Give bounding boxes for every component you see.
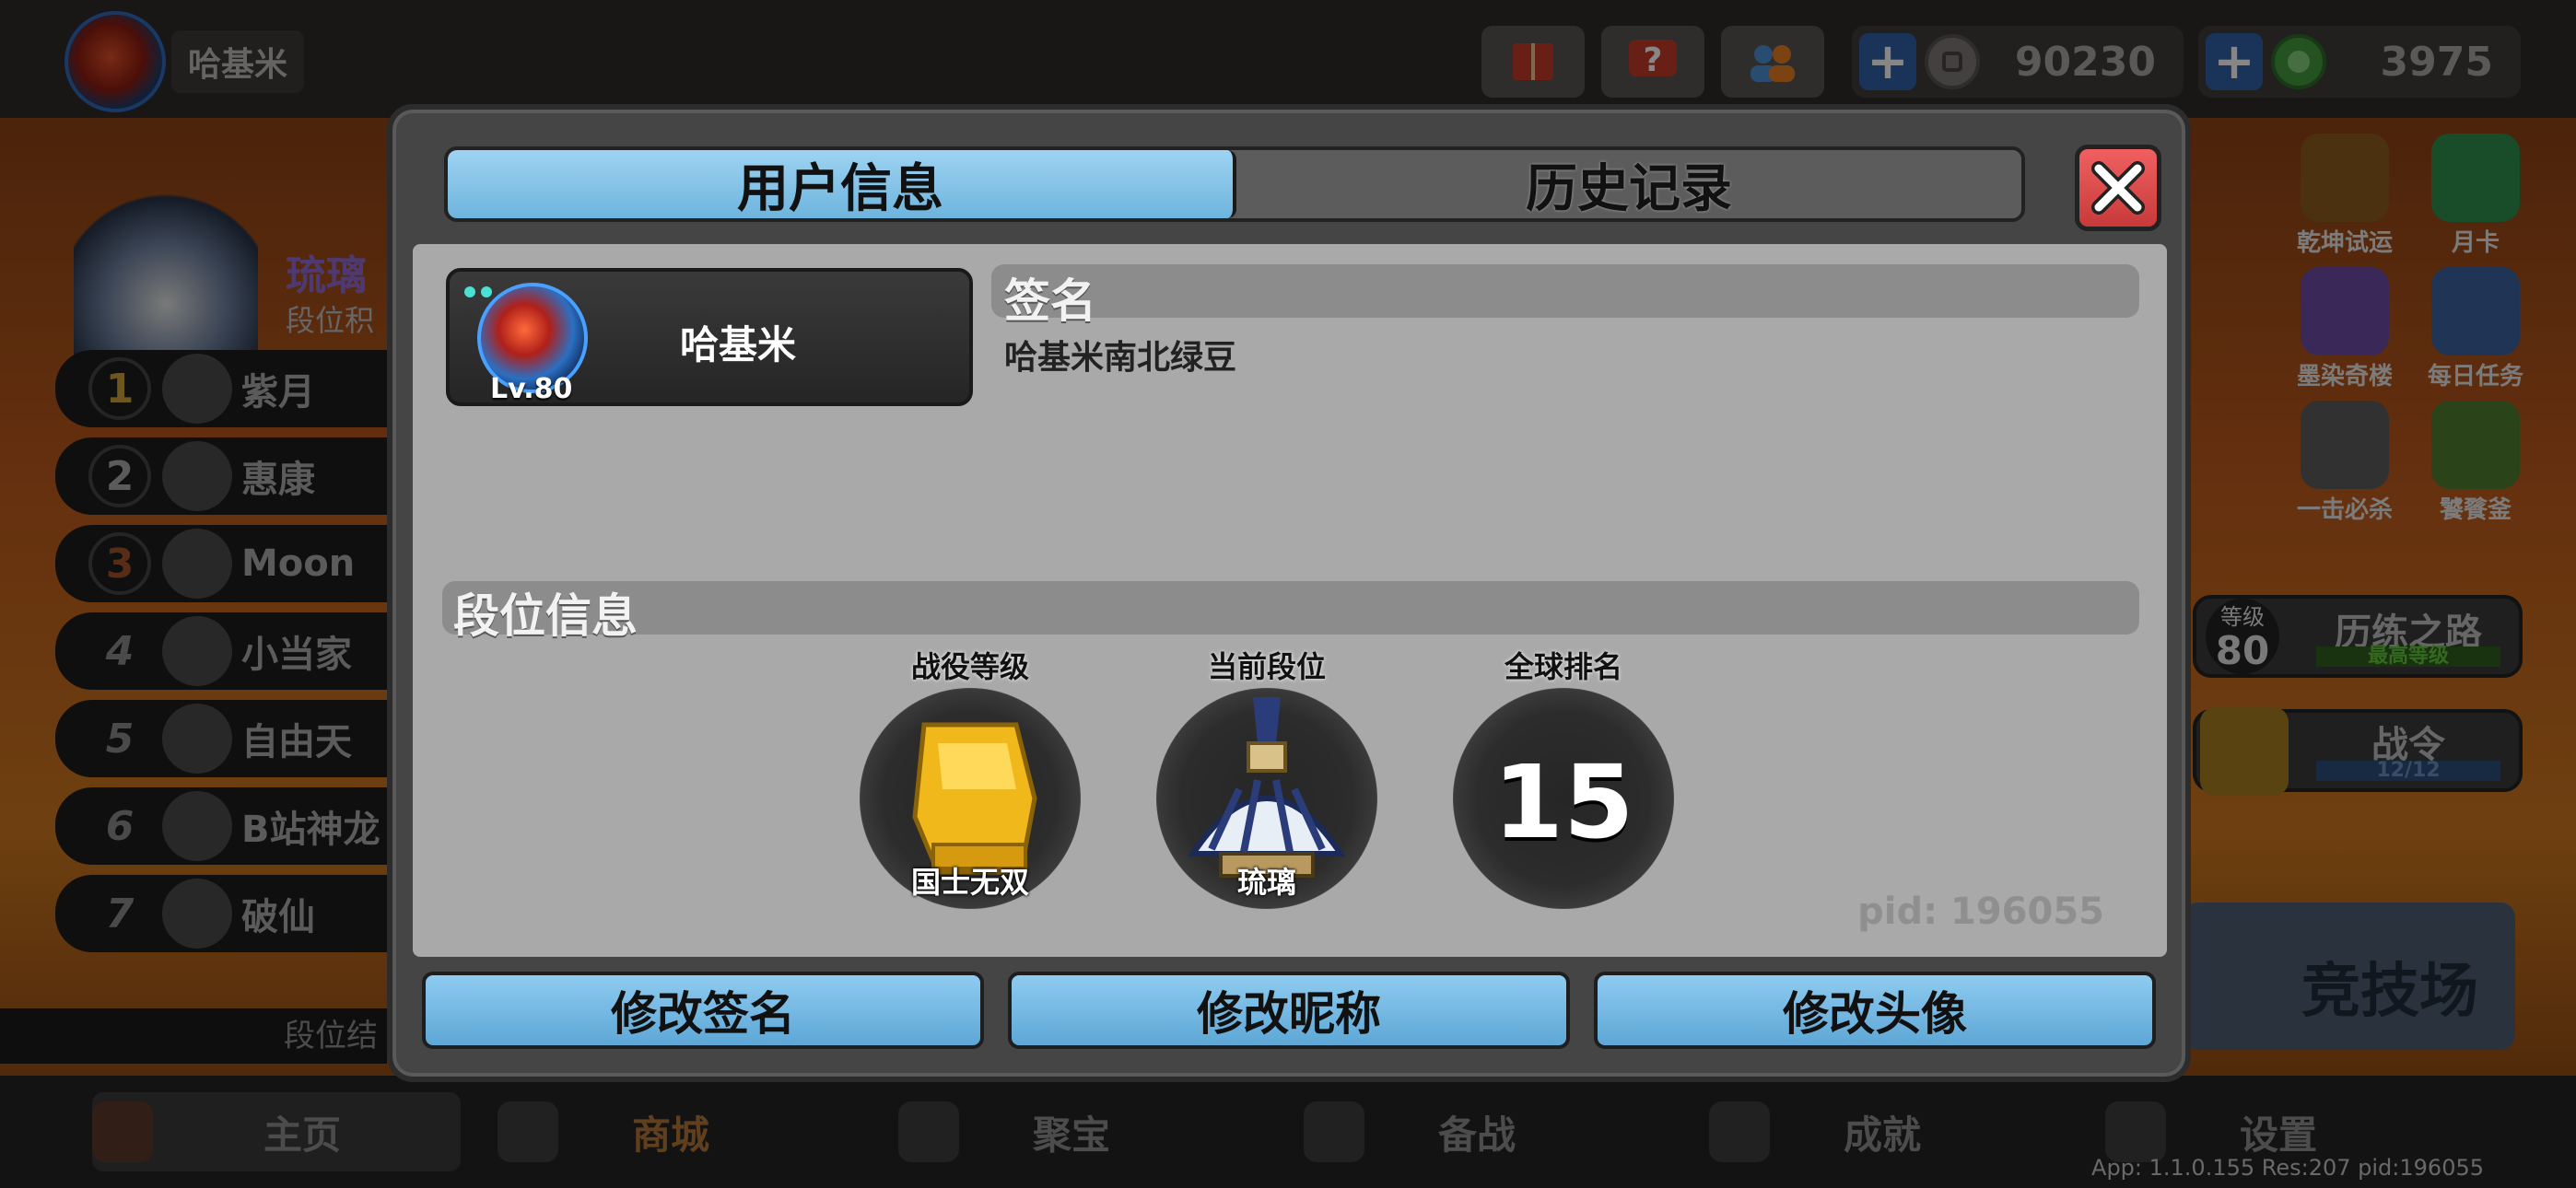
global-rank-value: 15 bbox=[1493, 743, 1634, 861]
user-name: 哈基米 bbox=[680, 322, 797, 367]
campaign-badge: 国士无双 bbox=[860, 688, 1081, 909]
tab-user-info[interactable]: 用户信息 bbox=[448, 150, 1236, 218]
status-dots bbox=[464, 286, 492, 297]
dialog-content: Lv.80 哈基米 签名 哈基米南北绿豆 段位信息 战役等级 国士无双 当前段位 bbox=[413, 244, 2167, 957]
rank-badge: 琉璃 bbox=[1156, 688, 1377, 909]
close-button[interactable] bbox=[2075, 145, 2161, 231]
stat-caption: 国士无双 bbox=[910, 865, 1029, 900]
user-card: Lv.80 哈基米 bbox=[446, 268, 973, 406]
stat-label: 全球排名 bbox=[1504, 649, 1622, 684]
user-level: Lv.80 bbox=[490, 373, 573, 405]
player-id: pid: 196055 bbox=[1857, 891, 2104, 933]
global-rank-stat: 全球排名 15 bbox=[1439, 644, 1688, 909]
rank-section-header bbox=[442, 581, 2139, 635]
tab-history[interactable]: 历史记录 bbox=[1236, 150, 2021, 218]
signature-text: 哈基米南北绿豆 bbox=[1004, 339, 1237, 377]
rank-disc: 15 bbox=[1453, 688, 1674, 909]
edit-nickname-button[interactable]: 修改昵称 bbox=[1008, 972, 1570, 1049]
edit-avatar-button[interactable]: 修改头像 bbox=[1594, 972, 2156, 1049]
signature-title: 签名 bbox=[1004, 274, 1096, 328]
user-info-dialog: 用户信息 历史记录 Lv.80 哈基米 签名 哈基米南北绿豆 段位信息 战役等级 bbox=[387, 104, 2191, 1082]
stat-label: 当前段位 bbox=[1207, 649, 1326, 684]
signature-header bbox=[991, 264, 2139, 318]
campaign-level-stat: 战役等级 国士无双 bbox=[846, 644, 1095, 909]
current-rank-stat: 当前段位 琉璃 bbox=[1142, 644, 1391, 909]
close-icon bbox=[2091, 161, 2145, 215]
dialog-tabs: 用户信息 历史记录 bbox=[444, 146, 2025, 222]
rank-section-title: 段位信息 bbox=[453, 589, 638, 643]
edit-signature-button[interactable]: 修改签名 bbox=[422, 972, 984, 1049]
stat-caption: 琉璃 bbox=[1236, 865, 1296, 900]
stat-label: 战役等级 bbox=[910, 649, 1029, 684]
